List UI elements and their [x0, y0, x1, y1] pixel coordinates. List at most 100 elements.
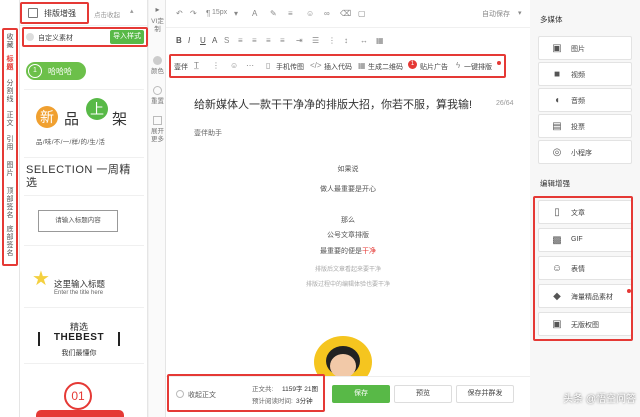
- line-height-icon[interactable]: ↕: [344, 36, 348, 45]
- undo-icon[interactable]: ↶: [176, 9, 183, 18]
- number-circle: 01: [64, 382, 92, 410]
- font-color-icon[interactable]: A: [212, 36, 217, 45]
- clear-format-icon[interactable]: ⌫: [340, 9, 351, 18]
- reset-button[interactable]: 重置: [151, 98, 164, 106]
- add-icon: [26, 33, 34, 41]
- media-label: 小程序: [571, 150, 592, 157]
- align-left-icon[interactable]: ≡: [238, 36, 243, 45]
- media-video-button[interactable]: ■ 视频: [538, 62, 632, 86]
- section-media-title: 多媒体: [540, 15, 563, 24]
- indent-icon[interactable]: ⇥: [296, 36, 303, 45]
- autosave-caret-icon[interactable]: ▾: [518, 9, 522, 17]
- text-color-icon[interactable]: A: [252, 9, 257, 18]
- save-and-publish-button[interactable]: 保存并群发: [456, 385, 514, 403]
- nav-item-favorites[interactable]: 收藏: [4, 34, 16, 50]
- italic-icon[interactable]: I: [188, 36, 190, 45]
- more-style-icon[interactable]: ⋯: [246, 61, 254, 70]
- custom-material-label[interactable]: 自定义素材: [38, 33, 73, 43]
- align-right-icon[interactable]: ≡: [266, 36, 271, 45]
- nav-item-body[interactable]: 正文: [4, 112, 16, 128]
- media-image-button[interactable]: ▣ 图片: [538, 36, 632, 60]
- nav-item-title[interactable]: 标题: [4, 56, 16, 72]
- nav-item-divider[interactable]: 分割线: [4, 80, 16, 104]
- audio-icon: ◖: [553, 95, 561, 106]
- color-button[interactable]: 颜色: [151, 68, 164, 76]
- strip-top-icon[interactable]: ▸: [151, 6, 164, 14]
- template-item[interactable]: SELECTION 一周精选: [24, 160, 144, 196]
- section-enhance-title: 编辑增强: [540, 179, 570, 188]
- list-icon[interactable]: ☰: [312, 36, 319, 45]
- underline-icon[interactable]: U: [200, 36, 206, 45]
- patch-ad-button[interactable]: 贴片广告: [420, 62, 448, 72]
- strike-icon[interactable]: S: [224, 36, 229, 45]
- font-size-select[interactable]: 15px: [212, 9, 227, 16]
- emoji-icon[interactable]: ☺: [306, 9, 314, 18]
- toolbar-row-2: B I U A S ≡ ≡ ≡ ≡ ⇥ ☰ ⋮ ↕ ↔ ▦: [166, 32, 530, 52]
- import-style-button[interactable]: 导入样式: [110, 30, 144, 44]
- media-audio-button[interactable]: ◖ 音频: [538, 88, 632, 112]
- media-miniapp-button[interactable]: ◎ 小程序: [538, 140, 632, 164]
- table-icon[interactable]: ▦: [376, 36, 384, 45]
- body-line: 如果说: [337, 166, 359, 173]
- enhance-label: 文章: [571, 210, 585, 217]
- save-button[interactable]: 保存: [332, 385, 390, 403]
- link-icon[interactable]: ∞: [324, 9, 330, 18]
- nav-item-top-sign[interactable]: 顶部签名: [4, 188, 16, 220]
- article-title[interactable]: 给新媒体人一款干干净净的排版大招，你若不服，算我输!: [194, 96, 494, 112]
- expand-more-button[interactable]: 展开更多: [151, 128, 164, 143]
- redo-icon[interactable]: ↷: [190, 9, 197, 18]
- vi-customize-button[interactable]: VI定制: [151, 18, 164, 33]
- collapse-link[interactable]: 点击收起: [94, 9, 120, 19]
- illustration-face: [330, 354, 356, 376]
- enhance-gif-button[interactable]: ▩ GIF: [538, 228, 632, 252]
- collapse-body-toggle[interactable]: 收起正文: [188, 390, 216, 400]
- template-item[interactable]: 请输入标题内容: [24, 200, 144, 246]
- enhance-article-button[interactable]: ▯ 文章: [538, 200, 632, 224]
- align-icon[interactable]: ≡: [288, 9, 293, 18]
- image-tool-icon[interactable]: ▢: [358, 9, 366, 18]
- format-icon[interactable]: ¶: [206, 9, 210, 18]
- template-item[interactable]: ★ 这里输入标题 Enter the title here: [24, 258, 144, 308]
- spacing-style-icon[interactable]: ⋮: [212, 61, 220, 70]
- template-item[interactable]: 01: [24, 372, 144, 417]
- toolbar-row-1: ↶ ↷ ¶ 15px ▾ A ✎ ≡ ☺ ∞ ⌫ ▢ 自动保存 ▾: [166, 0, 530, 28]
- template-item[interactable]: 新 品 上 架 品/味/不/一/样/的/生/活: [24, 92, 144, 158]
- green-pill: 1 哈哈哈: [26, 62, 86, 80]
- preview-button[interactable]: 预览: [394, 385, 452, 403]
- one-click-layout-button[interactable]: 一键排版: [464, 62, 492, 72]
- body-line-muted: 排版后文章看起来要干净: [314, 267, 381, 273]
- template-text: 哈哈哈: [48, 67, 72, 76]
- justify-icon[interactable]: ≡: [280, 36, 285, 45]
- insert-code-button[interactable]: 插入代码: [324, 62, 352, 72]
- ordered-list-icon[interactable]: ⋮: [328, 36, 336, 45]
- text-style-icon[interactable]: T̲: [194, 61, 199, 70]
- enhance-material-button[interactable]: ◆ 海量精品素材: [538, 284, 632, 308]
- align-center-icon[interactable]: ≡: [252, 36, 257, 45]
- bold-icon[interactable]: B: [176, 36, 182, 45]
- autosave-label: 自动保存: [482, 11, 510, 18]
- caret-up-icon[interactable]: ▴: [130, 7, 134, 15]
- lightning-icon: ϟ: [456, 61, 461, 70]
- author-field[interactable]: 壹伴助手: [194, 128, 222, 138]
- enhance-emoji-button[interactable]: ☺ 表情: [538, 256, 632, 280]
- video-icon: ■: [553, 69, 561, 80]
- emoji-style-icon[interactable]: ☺: [230, 61, 238, 70]
- template-item[interactable]: 精选 THEBEST 我们最懂你: [24, 314, 144, 364]
- qrcode-button[interactable]: 生成二维码: [368, 62, 403, 72]
- new-dot: [497, 61, 501, 65]
- mobile-upload-button[interactable]: 手机传图: [276, 62, 304, 72]
- template-line: THEBEST: [38, 332, 120, 346]
- nav-item-quote[interactable]: 引用: [4, 136, 16, 152]
- nav-item-image[interactable]: 图片: [4, 162, 16, 178]
- highlight-icon[interactable]: ✎: [270, 9, 277, 18]
- nav-item-bottom-sign[interactable]: 底部签名: [4, 226, 16, 258]
- media-vote-button[interactable]: ▤ 投票: [538, 114, 632, 138]
- template-item[interactable]: 1 哈哈哈: [24, 56, 144, 90]
- tab-layout-enhance[interactable]: 排版增强: [44, 8, 76, 19]
- template-line: 我们最懂你: [61, 350, 97, 357]
- yiban-button[interactable]: 壹伴: [174, 62, 188, 72]
- enhance-free-image-button[interactable]: ▣ 无版权图: [538, 312, 632, 336]
- highlight-prefix: 最重要的便是: [320, 248, 362, 255]
- spacing-icon[interactable]: ↔: [360, 36, 368, 45]
- chevron-down-icon[interactable]: ▾: [234, 9, 238, 18]
